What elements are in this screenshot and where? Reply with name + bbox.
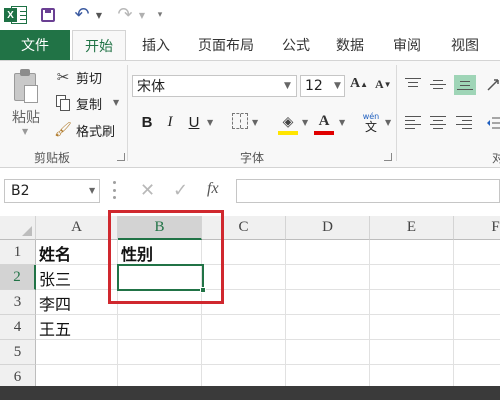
row-header-3[interactable]: 3 bbox=[0, 290, 36, 315]
column-header-d[interactable]: D bbox=[286, 216, 370, 240]
font-color-swatch bbox=[314, 131, 334, 135]
insert-function-icon[interactable]: fx bbox=[207, 180, 219, 198]
group-separator bbox=[396, 65, 397, 161]
decrease-font-size-button[interactable]: A ▼ bbox=[375, 77, 392, 92]
column-header-a[interactable]: A bbox=[36, 216, 118, 240]
clipboard-group-label: 剪贴板 bbox=[34, 151, 71, 165]
redo-dropdown-icon[interactable]: ▼ bbox=[137, 9, 147, 21]
font-size-dropdown-icon[interactable]: ▼ bbox=[334, 81, 341, 91]
gridline bbox=[453, 240, 454, 386]
undo-icon[interactable]: ↶ bbox=[72, 5, 92, 25]
cell-a2[interactable]: 张三 bbox=[36, 265, 117, 290]
select-all-corner[interactable] bbox=[0, 216, 36, 240]
decrease-font-glyph: A bbox=[375, 77, 384, 91]
enter-check-icon[interactable]: ✓ bbox=[173, 180, 188, 201]
phonetic-dropdown-icon[interactable]: ▼ bbox=[385, 118, 391, 127]
undo-dropdown-icon[interactable]: ▼ bbox=[94, 9, 104, 21]
formula-bar-grip-icon[interactable] bbox=[113, 181, 116, 199]
underline-dropdown-icon[interactable]: ▼ bbox=[207, 118, 213, 127]
phonetic-character: 文 bbox=[364, 120, 377, 134]
tab-review[interactable]: 审阅 bbox=[382, 30, 432, 60]
format-painter-icon[interactable]: 🖌 bbox=[54, 121, 72, 139]
row-header-6[interactable]: 6 bbox=[0, 365, 36, 386]
fill-color-bucket-icon[interactable]: ◈ bbox=[278, 111, 298, 133]
increase-font-glyph: A bbox=[350, 76, 361, 91]
name-box-dropdown-icon[interactable]: ▼ bbox=[89, 186, 95, 195]
paste-icon[interactable] bbox=[10, 69, 42, 105]
ribbon-home-panel: 粘贴 ▼ ✂ 剪切 复制 ▼ 🖌 格式刷 剪贴板 宋体 ▼ 12 ▼ A ▲ A ▼… bbox=[0, 60, 500, 168]
ribbon-tab-bar: 文件 开始 插入 页面布局 公式 数据 审阅 视图 bbox=[0, 30, 500, 61]
alignment-group-label: 对 bbox=[492, 151, 500, 165]
increase-font-size-button[interactable]: A ▲ bbox=[350, 76, 368, 92]
cell-a1[interactable]: 姓名 bbox=[36, 240, 117, 265]
font-color-button[interactable]: A bbox=[315, 111, 333, 131]
align-bottom-icon[interactable] bbox=[454, 75, 476, 95]
bold-button[interactable]: B bbox=[138, 111, 156, 133]
cell-a4[interactable]: 王五 bbox=[36, 315, 117, 340]
align-top-icon[interactable] bbox=[405, 77, 421, 91]
format-painter-button[interactable]: 格式刷 bbox=[76, 121, 115, 140]
redo-icon[interactable]: ↷ bbox=[115, 5, 135, 25]
row-header-2[interactable]: 2 bbox=[0, 265, 36, 290]
align-right-icon[interactable] bbox=[456, 115, 472, 129]
phonetic-guide-button[interactable]: wén 文 bbox=[360, 111, 382, 135]
scissors-icon[interactable]: ✂ bbox=[54, 68, 72, 86]
fill-color-dropdown-icon[interactable]: ▼ bbox=[302, 118, 308, 127]
decrease-indent-icon[interactable] bbox=[486, 115, 500, 129]
font-name-dropdown-icon[interactable]: ▼ bbox=[284, 81, 291, 91]
gridline bbox=[285, 240, 286, 386]
row-header-5[interactable]: 5 bbox=[0, 340, 36, 365]
align-left-icon[interactable] bbox=[405, 115, 421, 129]
customize-toolbar-icon[interactable]: ▾ bbox=[155, 8, 165, 22]
copy-button[interactable]: 复制 bbox=[76, 94, 102, 113]
fill-color-swatch bbox=[278, 131, 298, 135]
worksheet-grid[interactable]: A B C D E F 1 2 3 4 5 6 姓名 性别 张三 李四 王五 bbox=[0, 216, 500, 386]
formula-input[interactable] bbox=[236, 179, 500, 203]
font-launcher-icon[interactable] bbox=[384, 153, 392, 161]
cancel-icon[interactable]: ✕ bbox=[140, 180, 155, 201]
tab-formulas[interactable]: 公式 bbox=[272, 30, 320, 60]
align-middle-icon[interactable] bbox=[430, 77, 446, 91]
name-box[interactable]: B2 bbox=[4, 179, 100, 203]
tab-file[interactable]: 文件 bbox=[0, 30, 70, 60]
bottom-edge-bar bbox=[0, 386, 500, 400]
italic-button[interactable]: I bbox=[162, 111, 178, 133]
borders-icon[interactable] bbox=[232, 113, 248, 129]
align-center-icon[interactable] bbox=[430, 115, 446, 129]
font-name-select[interactable]: 宋体 bbox=[132, 75, 297, 97]
copy-icon[interactable] bbox=[54, 94, 72, 112]
tab-insert[interactable]: 插入 bbox=[130, 30, 182, 60]
quick-access-toolbar: X ↶ ▼ ↷ ▼ ▾ bbox=[0, 0, 500, 30]
tab-data[interactable]: 数据 bbox=[326, 30, 374, 60]
gridline bbox=[369, 240, 370, 386]
row-header-4[interactable]: 4 bbox=[0, 315, 36, 340]
gridline bbox=[36, 364, 500, 365]
excel-logo-letter: X bbox=[4, 8, 17, 22]
column-header-e[interactable]: E bbox=[370, 216, 454, 240]
cut-button[interactable]: 剪切 bbox=[76, 68, 102, 87]
group-separator bbox=[127, 65, 128, 161]
save-icon[interactable] bbox=[40, 7, 56, 23]
annotation-highlight-box bbox=[108, 210, 224, 304]
orientation-icon[interactable] bbox=[486, 77, 500, 91]
column-header-f[interactable]: F bbox=[454, 216, 500, 240]
row-header-1[interactable]: 1 bbox=[0, 240, 36, 265]
paste-button-label[interactable]: 粘贴 bbox=[12, 107, 40, 127]
font-group-label: 字体 bbox=[240, 151, 265, 165]
cell-a3[interactable]: 李四 bbox=[36, 290, 117, 315]
copy-dropdown-icon[interactable]: ▼ bbox=[113, 98, 119, 107]
tab-view[interactable]: 视图 bbox=[440, 30, 490, 60]
tab-page-layout[interactable]: 页面布局 bbox=[186, 30, 266, 60]
underline-button[interactable]: U bbox=[186, 111, 202, 133]
paste-dropdown-icon[interactable]: ▼ bbox=[22, 127, 28, 136]
tab-home[interactable]: 开始 bbox=[72, 30, 126, 61]
clipboard-launcher-icon[interactable] bbox=[117, 153, 125, 161]
excel-logo-icon[interactable]: X bbox=[4, 4, 28, 26]
borders-dropdown-icon[interactable]: ▼ bbox=[252, 118, 258, 127]
font-color-dropdown-icon[interactable]: ▼ bbox=[339, 118, 345, 127]
